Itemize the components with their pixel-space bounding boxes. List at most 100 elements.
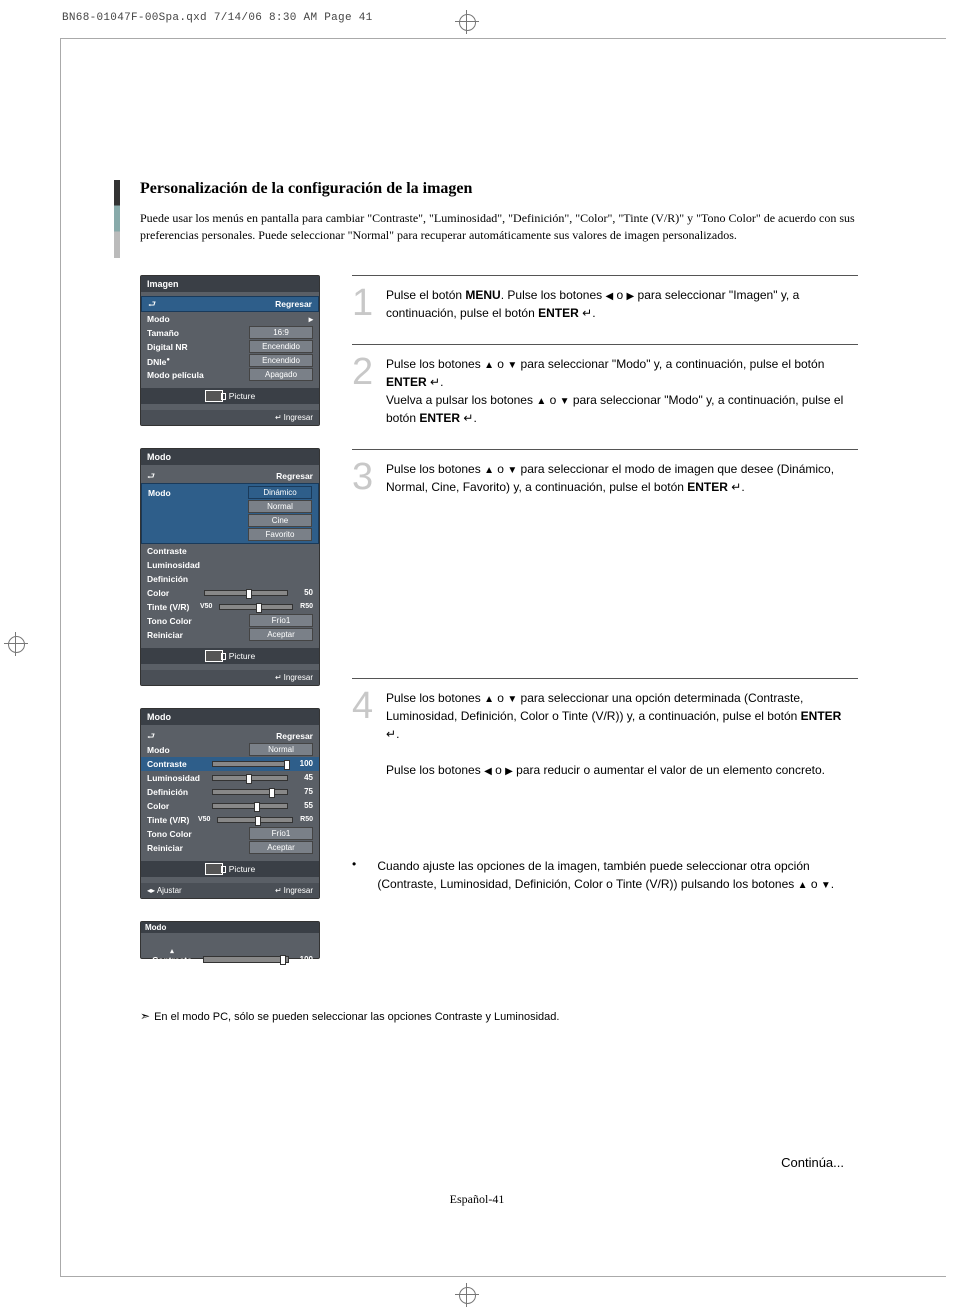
osd-value: 100 — [295, 759, 313, 768]
osd-item: Color — [147, 801, 205, 811]
slider-thumb-icon — [254, 802, 260, 812]
osd-item: Modo — [147, 743, 170, 757]
enter-icon: ↵ — [386, 727, 396, 741]
step-number: 3 — [352, 460, 386, 496]
slider-thumb-icon — [246, 589, 252, 599]
pc-mode-note: ➣En el modo PC, sólo se pueden seleccion… — [140, 1009, 858, 1023]
osd-value: 45 — [295, 773, 313, 782]
osd-item: Tono Color — [147, 827, 192, 841]
up-arrow-icon: ▴ — [170, 948, 174, 955]
osd-item: ▴Contraste▾ — [147, 945, 197, 975]
osd-value: Encendido — [249, 354, 313, 367]
osd-item: Definición — [147, 787, 205, 797]
return-icon: ⮐ — [147, 729, 155, 743]
osd-tinte-right: R50 — [300, 603, 313, 610]
step-text: Pulse los botones ▲ o ▼ para seleccionar… — [386, 689, 858, 779]
return-icon: ⮐ — [148, 297, 156, 311]
osd-foot-ingresar: ↵Ingresar — [275, 413, 313, 422]
up-arrow-icon: ▲ — [798, 880, 808, 891]
slider-track — [217, 817, 293, 823]
osd-item-tamano: Tamaño — [147, 326, 179, 340]
osd-item: Tinte (V/R) — [147, 602, 197, 612]
osd-item: Contraste — [147, 759, 205, 769]
osd-foot-ajustar: ◂▸ Ajustar — [147, 886, 182, 895]
tv-icon — [205, 390, 223, 402]
osd-value: Frío1 — [249, 827, 313, 840]
step-2: 2 Pulse los botones ▲ o ▼ para seleccion… — [352, 355, 858, 427]
osd-value: 55 — [295, 801, 313, 810]
osd-imagen: Imagen ⮐ Regresar Modo▸ Tamaño16:9 Digit… — [140, 275, 320, 426]
down-arrow-icon: ▼ — [507, 694, 517, 705]
section-accent-icon — [114, 180, 120, 258]
osd-option: Dinámico — [248, 486, 312, 499]
osd-foot-ingresar: ↵Ingresar — [275, 673, 313, 682]
osd-contraste-bar: Modo ▴Contraste▾ 100 — [140, 921, 320, 959]
osd-item: Reiniciar — [147, 628, 183, 642]
page: BN68-01047F-00Spa.qxd 7/14/06 8:30 AM Pa… — [0, 0, 954, 1315]
step-4: 4 Pulse los botones ▲ o ▼ para seleccion… — [352, 689, 858, 779]
osd-item: Reiniciar — [147, 841, 183, 855]
osd-tinte-left: V50 — [198, 816, 210, 823]
chevron-right-icon: ▸ — [309, 312, 313, 326]
down-arrow-icon: ▼ — [507, 360, 517, 371]
osd-item: Luminosidad — [147, 558, 200, 572]
osd-regresar: Regresar — [275, 297, 312, 311]
osd-item: Tinte (V/R) — [147, 815, 195, 825]
osd-tinte-left: V50 — [200, 603, 212, 610]
down-arrow-icon: ▼ — [821, 880, 831, 891]
up-arrow-icon: ▲ — [484, 694, 494, 705]
enter-icon: ↵ — [430, 375, 440, 389]
step-1: 1 Pulse el botón MENU. Pulse los botones… — [352, 286, 858, 322]
page-title: Personalización de la configuración de l… — [140, 180, 858, 198]
down-arrow-icon: ▾ — [170, 968, 174, 975]
slider-thumb-icon — [255, 816, 261, 826]
slider-track — [212, 761, 288, 767]
enter-icon: ↵ — [275, 673, 282, 682]
intro-paragraph: Puede usar los menús en pantalla para ca… — [140, 210, 858, 245]
osd-regresar: Regresar — [276, 469, 313, 483]
slider-track — [212, 803, 288, 809]
osd-category: Picture — [229, 864, 255, 874]
osd-item-modo: Modo — [148, 486, 171, 500]
osd-item-pelicula: Modo película — [147, 368, 204, 382]
slider-thumb-icon — [280, 955, 286, 965]
enter-icon: ↵ — [275, 413, 282, 422]
osd-title: Modo — [141, 709, 319, 725]
note-marker-icon: ➣ — [140, 1009, 150, 1023]
crop-mark — [60, 1276, 946, 1277]
enter-icon: ↵ — [275, 886, 282, 895]
osd-category: Picture — [229, 651, 255, 661]
page-number: Español-41 — [0, 1192, 954, 1207]
left-right-icon: ◂▸ — [147, 886, 155, 895]
content-area: Personalización de la configuración de l… — [118, 180, 858, 1023]
osd-item: Luminosidad — [147, 773, 205, 783]
osd-modo-sliders: Modo ⮐ Regresar ModoNormal Contraste100 … — [140, 708, 320, 899]
return-icon: ⮐ — [147, 469, 155, 483]
slider-thumb-icon — [246, 774, 252, 784]
step-number: 2 — [352, 355, 386, 427]
enter-icon: ↵ — [582, 306, 592, 320]
step-3: 3 Pulse los botones ▲ o ▼ para seleccion… — [352, 460, 858, 496]
registration-mark-icon — [4, 632, 28, 656]
step-text: Pulse los botones ▲ o ▼ para seleccionar… — [386, 460, 858, 496]
slider-thumb-icon — [269, 788, 275, 798]
osd-item-dnr: Digital NR — [147, 340, 188, 354]
divider — [352, 344, 858, 345]
divider — [352, 275, 858, 276]
osd-option: Normal — [248, 500, 312, 513]
registration-mark-icon — [455, 1283, 479, 1307]
osd-value: 75 — [295, 787, 313, 796]
note-block: • Cuando ajuste las opciones de la image… — [352, 857, 858, 893]
step-number: 1 — [352, 286, 386, 322]
osd-modo-list: Modo ⮐ Regresar Modo Dinámico Normal Cin… — [140, 448, 320, 686]
osd-value: Aceptar — [249, 628, 313, 641]
tv-icon — [205, 863, 223, 875]
osd-category: Picture — [229, 391, 255, 401]
left-arrow-icon: ◀ — [484, 766, 492, 777]
osd-value: 50 — [295, 588, 313, 597]
slider-track — [219, 604, 293, 610]
slider-track — [212, 775, 288, 781]
slider-track — [212, 789, 288, 795]
osd-foot-ingresar: ↵Ingresar — [275, 886, 313, 895]
osd-item: Tono Color — [147, 614, 192, 628]
